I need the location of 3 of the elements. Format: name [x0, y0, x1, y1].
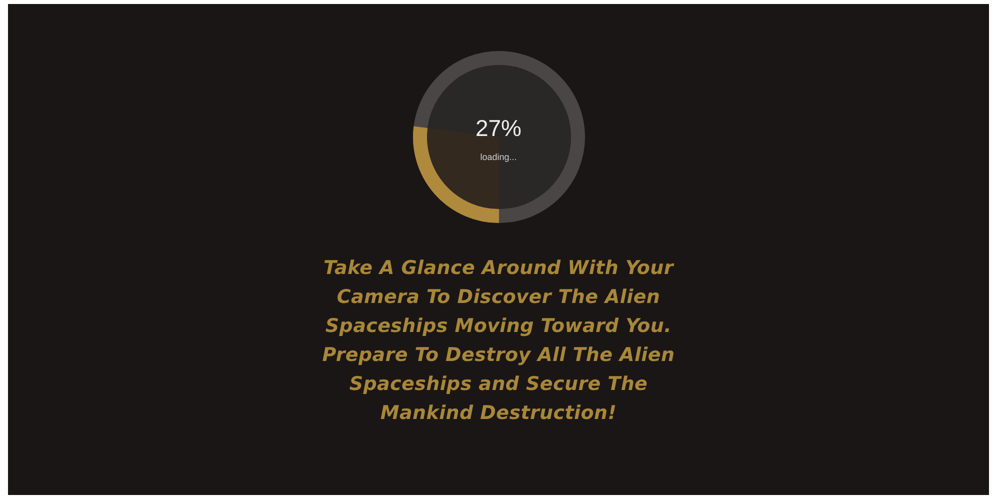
- loading-text: loading...: [480, 152, 517, 162]
- percent-text: 27%: [475, 114, 522, 142]
- instruction-text: Take A Glance Around With Your Camera To Discover The Alien Spaceships Moving Toward You. Prepare To Destroy All The Alien Spaceships and Secure The Mankind Destruction!: [322, 256, 675, 426]
